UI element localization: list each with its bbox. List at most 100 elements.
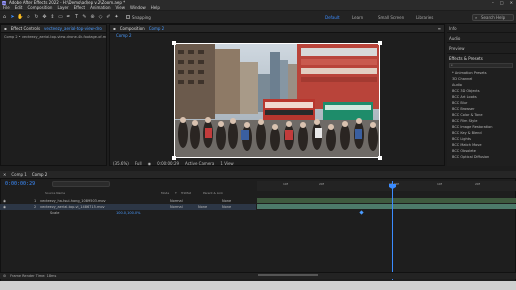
composition-viewer[interactable] [174,43,380,158]
effect-category[interactable]: * Animation Presets [452,71,487,75]
effect-category[interactable]: Audio [452,83,462,87]
effect-controls-file[interactable]: vecteezy_aerial-top-view-dro [44,26,102,31]
menu-file[interactable]: File [3,5,10,10]
selection-icon[interactable]: ➤ [9,14,16,21]
puppet-icon[interactable]: ✦ [113,14,120,21]
pen-icon[interactable]: ✒ [65,14,72,21]
workspace-libraries[interactable]: Libraries [416,15,433,20]
menu-window[interactable]: Window [130,5,146,10]
effect-category[interactable]: 3D Channel [452,77,472,81]
layer-mode[interactable]: Normal [170,205,198,209]
layer-2-track-bar[interactable] [257,204,516,209]
rect-icon[interactable]: ▭ [57,14,64,21]
layer-name[interactable]: vecteezy_ha-tsui-hong_1089503.mov [40,199,170,203]
layer-column-header: Source Name Mode T TrkMat Parent & Link [0,191,256,197]
zoom-slider[interactable] [258,274,318,276]
dolly-icon[interactable]: ⇕ [49,14,56,21]
viewer-controls-bar: (35.6%) Full ◉ 0:00:00:29 Active Camera … [109,160,445,166]
tab-comp-2[interactable]: Comp 2 [32,172,48,177]
layer-parent[interactable]: None [222,205,231,209]
brush-icon[interactable]: ✎ [81,14,88,21]
tab-comp-1[interactable]: Comp 1 [11,172,27,177]
zoom-icon[interactable]: ⌕ [25,14,32,21]
layer-mode[interactable]: Normal [170,199,198,203]
layer-1-track-bar[interactable] [257,198,516,203]
effect-category[interactable]: BCC Film Style [452,119,477,123]
magnification-dropdown[interactable]: (35.6%) [113,161,129,166]
panel-audio[interactable]: Audio [449,36,460,41]
effect-category[interactable]: BCC Browser [452,107,475,111]
view-layout-dropdown[interactable]: 1 View [220,161,233,166]
panel-preview[interactable]: Preview [449,46,465,51]
layer-name[interactable]: vecteezy_aerial-top-vi_1486715.mov [40,205,170,209]
effect-category[interactable]: BCC Lights [452,137,471,141]
panel-info[interactable]: Info [449,26,457,31]
effect-category[interactable]: BCC Obsolete [452,149,476,153]
effect-category[interactable]: BCC 3D Objects [452,89,480,93]
menu-view[interactable]: View [116,5,126,10]
workspace-learn[interactable]: Learn [352,15,363,20]
eye-icon[interactable]: ◉ [3,199,9,203]
effect-category[interactable]: BCC Color & Tone [452,113,483,117]
lock-icon[interactable]: ▪ [4,26,7,31]
orbit-icon[interactable]: ↻ [33,14,40,21]
viewer-timecode[interactable]: 0:00:00:29 [157,161,179,166]
composition-name[interactable]: Comp 2 [149,26,165,31]
camera-icon[interactable]: ◉ [148,161,152,166]
effect-category[interactable]: BCC Key & Blend [452,131,482,135]
search-help-input[interactable]: ⌕ Search Help [472,14,514,21]
property-row-scale[interactable]: Scale 100.0,100.0% [0,210,256,216]
time-ruler[interactable]: 10f 20f 01:00f 10f 20f [257,181,516,191]
menu-edit[interactable]: Edit [15,5,23,10]
menu-effect[interactable]: Effect [74,5,86,10]
eye-icon[interactable]: ◉ [3,205,9,209]
workspace-small-screen[interactable]: Small Screen [378,15,404,20]
layer-trkmat[interactable]: None [198,205,222,209]
effect-category[interactable]: BCC Blur [452,101,467,105]
snapping-label: Snapping [132,14,151,20]
comp-subtab[interactable]: Comp 2 [110,33,444,39]
menu-animation[interactable]: Animation [90,5,110,10]
effect-category[interactable]: BCC Art Looks [452,95,477,99]
effect-category[interactable]: BCC Optical Diffusion [452,155,489,159]
transform-handle[interactable] [378,41,382,45]
effects-search-input[interactable]: ⌕ [449,63,513,68]
menu-composition[interactable]: Composition [27,5,52,10]
snapping-checkbox[interactable] [126,15,130,19]
snapping-toggle[interactable]: Snapping [126,15,151,20]
timeline-search-input[interactable] [52,181,110,187]
col-mode[interactable]: Mode [161,191,175,197]
comp-subtab-label: Comp 2 [116,33,132,38]
tab-effect-controls[interactable]: Effect Controls [11,26,40,31]
col-source-name[interactable]: Source Name [45,191,115,197]
clone-icon[interactable]: ⊕ [89,14,96,21]
effects-presets-title[interactable]: Effects & Presets [449,56,483,61]
menu-layer[interactable]: Layer [57,5,68,10]
pan-icon[interactable]: ✥ [41,14,48,21]
col-parent[interactable]: Parent & Link [203,191,223,197]
menu-help[interactable]: Help [151,5,160,10]
toggle-switches-icon[interactable]: ⚙ [3,274,6,278]
panel-menu-icon[interactable]: ≡ [438,26,441,31]
layer-parent[interactable]: None [222,199,231,203]
close-icon[interactable]: ✕ [3,172,6,177]
type-icon[interactable]: T [73,14,80,21]
timeline-timecode[interactable]: 0:00:00:29 [5,181,35,187]
scale-value[interactable]: 100.0,100.0% [116,211,140,215]
transform-handle[interactable] [172,41,176,45]
home-icon[interactable]: ⌂ [1,14,8,21]
after-effects-logo-icon: Ae [2,0,6,5]
roto-icon[interactable]: ✐ [105,14,112,21]
effect-category[interactable]: BCC Match Move [452,143,482,147]
ruler-label: 20f [475,182,480,186]
workspace-default[interactable]: Default [325,15,340,20]
col-trkmat[interactable]: TrkMat [181,191,203,197]
resolution-dropdown[interactable]: Full [135,161,142,166]
eraser-icon[interactable]: ◇ [97,14,104,21]
active-camera-dropdown[interactable]: Active Camera [185,161,214,166]
playhead-line[interactable] [392,181,393,280]
effect-category[interactable]: BCC Image Restoration [452,125,492,129]
lock-icon[interactable]: ▪ [113,26,116,31]
tab-composition[interactable]: Composition [120,26,145,31]
hand-icon[interactable]: ✋ [17,14,24,21]
